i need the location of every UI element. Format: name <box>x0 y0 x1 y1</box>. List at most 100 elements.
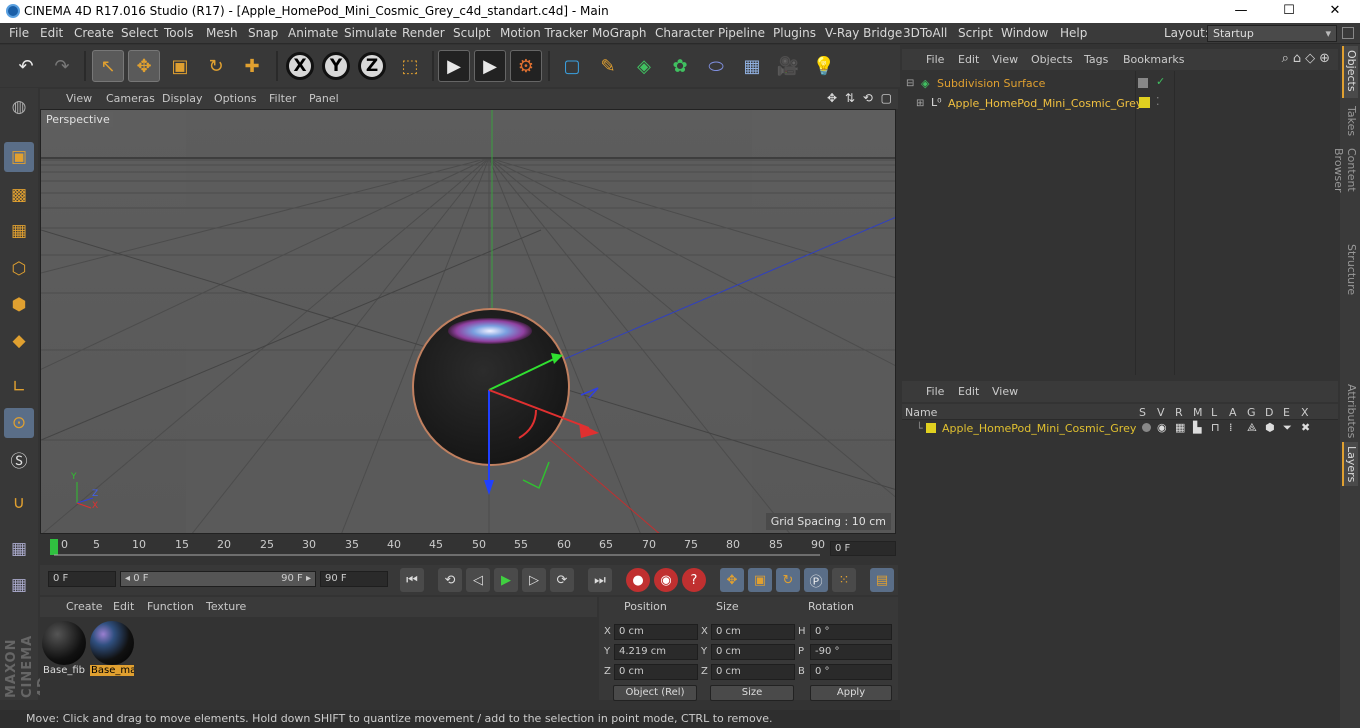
start-frame-field[interactable]: 0 F <box>48 571 116 587</box>
layout-grip-icon[interactable] <box>1342 27 1354 39</box>
preview-range-slider[interactable]: ◂ 0 F 90 F ▸ <box>120 571 316 587</box>
position-z-field[interactable]: 0 cm <box>614 664 698 680</box>
render-picture-viewer-button[interactable]: ▶ <box>474 50 506 82</box>
position-x-field[interactable]: 0 cm <box>614 624 698 640</box>
render-view-button[interactable]: ▶ <box>438 50 470 82</box>
objects-menu-objects[interactable]: Objects <box>1031 53 1073 66</box>
menu-mograph[interactable]: MoGraph <box>592 26 647 40</box>
go-to-end-icon[interactable]: ⏭ <box>588 568 612 592</box>
size-z-field[interactable]: 0 cm <box>711 664 795 680</box>
next-frame-icon[interactable]: ▷ <box>522 568 546 592</box>
menu-tools[interactable]: Tools <box>164 26 194 40</box>
record-icon[interactable]: ● <box>626 568 650 592</box>
previous-key-icon[interactable]: ⟲ <box>438 568 462 592</box>
menu-sculpt[interactable]: Sculpt <box>453 26 490 40</box>
solo-toggle-icon[interactable] <box>1142 423 1151 432</box>
rotation-p-field[interactable]: -90 ° <box>810 644 892 660</box>
rotation-b-field[interactable]: 0 ° <box>810 664 892 680</box>
z-axis-lock-button[interactable]: Z <box>358 52 386 80</box>
animation-toggle-icon[interactable]: ⁞ <box>1229 421 1233 434</box>
layers-menu-view[interactable]: View <box>992 385 1018 398</box>
menu-select[interactable]: Select <box>121 26 158 40</box>
visibility-dots-icon[interactable]: ⁚ <box>1156 95 1160 108</box>
material-item[interactable]: Base_ma <box>90 621 134 679</box>
rotate-tool-button[interactable]: ↻ <box>200 50 232 82</box>
enabled-check-icon[interactable]: ✓ <box>1156 75 1165 88</box>
redo-button[interactable]: ↷ <box>46 50 78 82</box>
model-mode-icon[interactable]: ▣ <box>4 142 34 172</box>
keyframe-selection-icon[interactable]: ? <box>682 568 706 592</box>
key-point-level-icon[interactable]: ⁙ <box>832 568 856 592</box>
tab-layers[interactable]: Layers <box>1342 442 1358 486</box>
add-tool-button[interactable]: ✚ <box>236 50 268 82</box>
points-mode-icon[interactable]: ⬡ <box>4 254 34 284</box>
axis-mode-icon[interactable]: ∟ <box>4 372 34 402</box>
viewport-menu-filter[interactable]: Filter <box>269 92 296 105</box>
manager-toggle-icon[interactable]: ▙ <box>1193 421 1201 434</box>
snap-icon[interactable]: ∪ <box>4 488 34 518</box>
light-button[interactable]: 💡 <box>808 50 840 82</box>
render-toggle-icon[interactable]: ▦ <box>1175 421 1185 434</box>
polygons-mode-icon[interactable]: ◆ <box>4 326 34 356</box>
key-parameter-icon[interactable]: Ⓟ <box>804 568 828 592</box>
objects-menu-edit[interactable]: Edit <box>958 53 979 66</box>
solo-icon[interactable]: Ⓢ <box>4 444 34 474</box>
subdivision-surface-button[interactable]: ◈ <box>628 50 660 82</box>
collapse-icon[interactable]: ⊟ <box>906 78 914 89</box>
rotation-h-field[interactable]: 0 ° <box>810 624 892 640</box>
key-rotation-icon[interactable]: ↻ <box>776 568 800 592</box>
viewport-menu-cameras[interactable]: Cameras <box>106 92 155 105</box>
undo-button[interactable]: ↶ <box>10 50 42 82</box>
viewport-navigation-icons[interactable]: ✥ ⇅ ⟲ ▢ <box>827 91 894 105</box>
tab-content-browser[interactable]: Content Browser <box>1332 144 1358 236</box>
deformers-toggle-icon[interactable]: ⬢ <box>1265 421 1275 434</box>
y-axis-lock-button[interactable]: Y <box>322 52 350 80</box>
viewport-menu-options[interactable]: Options <box>214 92 256 105</box>
menu-edit[interactable]: Edit <box>40 26 63 40</box>
tab-attributes[interactable]: Attributes <box>1342 380 1358 440</box>
menu-create[interactable]: Create <box>74 26 114 40</box>
viewport-menu-view[interactable]: View <box>66 92 92 105</box>
maximize-button[interactable]: ☐ <box>1274 2 1304 20</box>
menu-vray-bridge[interactable]: V-Ray Bridge <box>825 26 902 40</box>
menu-snap[interactable]: Snap <box>248 26 278 40</box>
camera-button[interactable]: 🎥 <box>772 50 804 82</box>
select-tool-button[interactable]: ↖ <box>92 50 124 82</box>
render-settings-button[interactable]: ⚙ <box>510 50 542 82</box>
expand-icon[interactable]: ⊞ <box>916 98 924 109</box>
menu-character[interactable]: Character <box>655 26 714 40</box>
workplane-mode-icon[interactable]: ▦ <box>4 216 34 246</box>
tab-objects[interactable]: Objects <box>1342 46 1358 98</box>
menu-render[interactable]: Render <box>402 26 445 40</box>
texture-mode-icon[interactable]: ▩ <box>4 180 34 210</box>
previous-frame-icon[interactable]: ◁ <box>466 568 490 592</box>
material-menu-texture[interactable]: Texture <box>206 600 246 613</box>
menu-3dtoall[interactable]: 3DToAll <box>903 26 947 40</box>
objects-menu-bookmarks[interactable]: Bookmarks <box>1123 53 1184 66</box>
workplane-lock-icon[interactable]: ▦ <box>4 570 34 600</box>
current-frame-field[interactable]: 0 F <box>830 541 896 556</box>
cloner-button[interactable]: ✿ <box>664 50 696 82</box>
layout-select[interactable]: Startup <box>1207 25 1337 42</box>
menu-pipeline[interactable]: Pipeline <box>718 26 765 40</box>
viewport-menu-panel[interactable]: Panel <box>309 92 339 105</box>
edges-mode-icon[interactable]: ⬢ <box>4 290 34 320</box>
close-button[interactable]: ✕ <box>1320 2 1350 20</box>
expressions-toggle-icon[interactable]: ⏷ <box>1283 421 1292 435</box>
coordinate-mode-select[interactable]: Object (Rel) <box>613 685 697 701</box>
layers-menu-edit[interactable]: Edit <box>958 385 979 398</box>
objects-menu-file[interactable]: File <box>926 53 944 66</box>
objects-menu-view[interactable]: View <box>992 53 1018 66</box>
scale-tool-button[interactable]: ▣ <box>164 50 196 82</box>
material-menu-function[interactable]: Function <box>147 600 194 613</box>
key-scale-icon[interactable]: ▣ <box>748 568 772 592</box>
size-mode-select[interactable]: Size <box>710 685 794 701</box>
coordinate-system-button[interactable]: ⬚ <box>394 50 426 82</box>
object-row-homepod[interactable]: ⊞ L⁰ Apple_HomePod_Mini_Cosmic_Grey ⁚ <box>902 95 1338 113</box>
menu-mesh[interactable]: Mesh <box>206 26 238 40</box>
tab-structure[interactable]: Structure <box>1342 240 1358 296</box>
key-position-icon[interactable]: ✥ <box>720 568 744 592</box>
make-editable-icon[interactable]: ◍ <box>4 92 34 122</box>
object-manager-nav-icons[interactable]: ⌕⌂◇⊕ <box>1282 51 1334 66</box>
layer-color-icon[interactable] <box>926 423 936 433</box>
